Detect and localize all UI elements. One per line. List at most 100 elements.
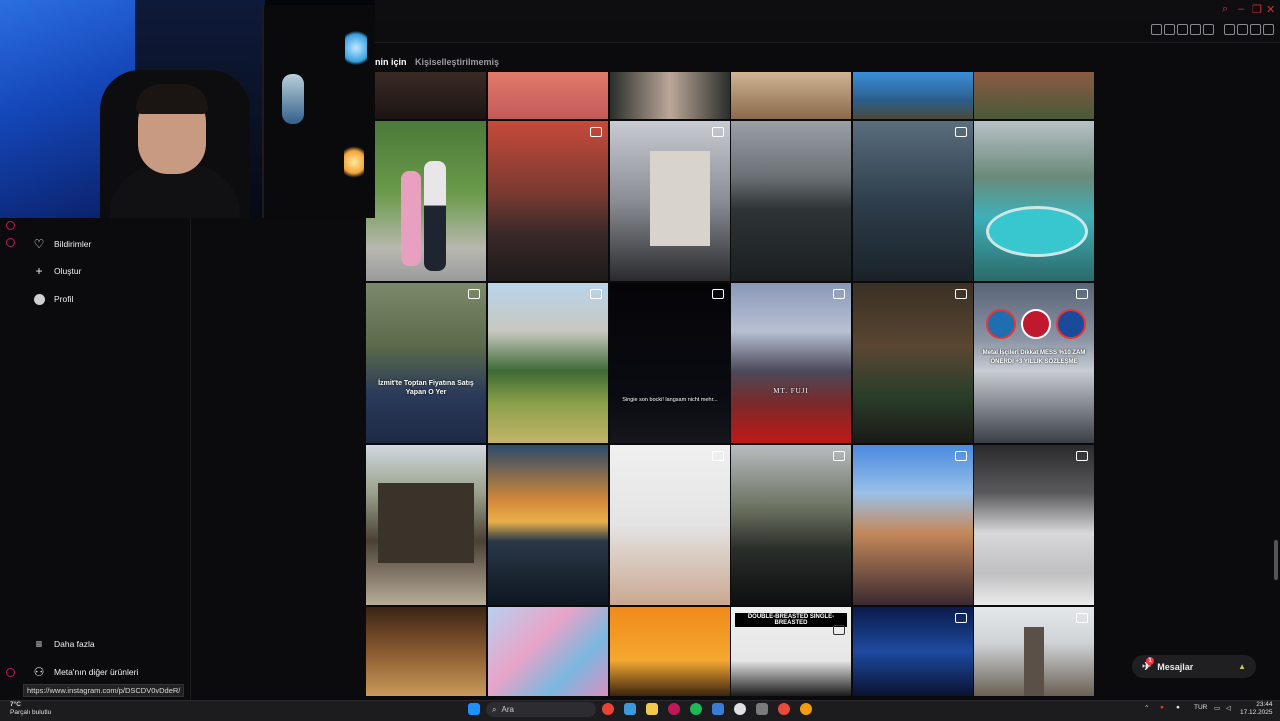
steam-icon[interactable] (734, 703, 746, 715)
messages-button[interactable]: ✈ 1 Mesajlar ▲ (1132, 655, 1256, 678)
grid-tile[interactable] (366, 607, 486, 696)
download-icon[interactable] (1237, 24, 1248, 35)
store-icon[interactable] (712, 703, 724, 715)
grid-tile[interactable] (488, 121, 608, 281)
clock[interactable]: 23:44 17.12.2025 (1240, 701, 1273, 717)
camera-icon[interactable] (1250, 24, 1261, 35)
grid-tile[interactable] (610, 72, 730, 119)
restore-icon[interactable]: ❐ (1252, 3, 1262, 16)
hamburger-icon: ≡ (35, 637, 43, 651)
extension-icon[interactable] (1164, 24, 1175, 35)
webcam-figurine (345, 28, 367, 68)
reel-icon (1076, 613, 1088, 623)
telegram-icon[interactable] (624, 703, 636, 715)
grid-tile[interactable] (488, 72, 608, 119)
chat-icon[interactable] (1224, 24, 1235, 35)
grid-tile[interactable] (610, 607, 730, 696)
start-icon[interactable] (468, 703, 480, 715)
tile-caption: Metal İşçileri Dikkat MESS %10 ZAM ÖNERD… (982, 350, 1086, 365)
grid-tile[interactable] (731, 445, 851, 605)
grid-tile[interactable] (974, 445, 1094, 605)
volume-icon[interactable]: ◁ (1226, 704, 1231, 712)
grid-tile[interactable] (366, 445, 486, 605)
tile-caption: Singie son bocki! langsam nicht mehr... (622, 397, 718, 403)
grid-tile[interactable] (974, 72, 1094, 119)
app-icon[interactable] (800, 703, 812, 715)
reel-icon (712, 451, 724, 461)
grid-tile[interactable] (366, 72, 486, 119)
search-icon[interactable]: ⌕ (1222, 3, 1228, 16)
explorer-icon[interactable] (646, 703, 658, 715)
sidebar-item-create[interactable]: + Oluştur (33, 264, 82, 278)
grid-tile[interactable]: Singie son bocki! langsam nicht mehr... (610, 283, 730, 443)
grid-tile[interactable] (610, 121, 730, 281)
grid-tile[interactable] (488, 445, 608, 605)
settings-icon[interactable] (756, 703, 768, 715)
reel-icon (712, 289, 724, 299)
person-shape (424, 161, 446, 271)
grid-tile[interactable] (488, 283, 608, 443)
reel-icon (833, 289, 845, 299)
tray-lang[interactable]: TUR (1194, 704, 1207, 711)
grid-tile[interactable] (731, 121, 851, 281)
tray-chevron-icon[interactable]: ⌃ (1144, 704, 1149, 712)
network-icon[interactable]: ▭ (1214, 704, 1220, 712)
menu-icon[interactable] (1263, 24, 1274, 35)
tile-caption: DOUBLE-BREASTED SINGLE-BREASTED (735, 613, 847, 627)
sidebar-item-meta[interactable]: ⚇ Meta'nın diğer ürünleri (33, 665, 139, 679)
spotify-icon[interactable] (690, 703, 702, 715)
heart-toolbar-icon[interactable] (1203, 24, 1214, 35)
close-icon[interactable]: ✕ (1266, 3, 1275, 16)
sidebar-item-more[interactable]: ≡ Daha fazla (33, 637, 94, 651)
grid-tile[interactable]: DOUBLE-BREASTED SINGLE-BREASTED (731, 607, 851, 696)
reel-icon (590, 289, 602, 299)
sidebar-item-label: Oluştur (54, 266, 82, 276)
reel-icon (955, 289, 967, 299)
grid-tile[interactable] (974, 607, 1094, 696)
grid-tile[interactable] (853, 283, 973, 443)
sidebar-item-notifications[interactable]: ♡ Bildirimler (33, 237, 92, 251)
grid-tile[interactable] (488, 607, 608, 696)
opera-icon[interactable] (668, 703, 680, 715)
tab-for-you[interactable]: nin için (375, 57, 407, 67)
sidebar-item-profile[interactable]: Profil (33, 293, 73, 305)
grid-tile[interactable] (731, 72, 851, 119)
chrome-alt-icon[interactable] (778, 703, 790, 715)
grid-tile[interactable] (853, 607, 973, 696)
reel-icon (955, 127, 967, 137)
grid-tile[interactable]: Metal İşçileri Dikkat MESS %10 ZAM ÖNERD… (974, 283, 1094, 443)
heart-icon: ♡ (33, 237, 45, 251)
weather-widget[interactable]: 7°C Parçalı bulutlu (10, 701, 51, 717)
grid-tile[interactable] (974, 121, 1094, 281)
shield-icon[interactable] (1177, 24, 1188, 35)
bookmark-icon[interactable] (1151, 24, 1162, 35)
taskbar (0, 700, 1280, 721)
webcam-lamp (344, 142, 364, 182)
weather-temp: 7°C (10, 701, 21, 708)
reel-icon (468, 289, 480, 299)
sidebar-item-label: Meta'nın diğer ürünleri (54, 667, 139, 677)
chrome-icon[interactable] (602, 703, 614, 715)
grid-tile[interactable] (853, 121, 973, 281)
sidebar-accent-icon (6, 221, 15, 230)
grid-tile[interactable]: İzmit'te Toptan Fiyatına Satış Yapan O Y… (366, 283, 486, 443)
scrollbar[interactable] (1274, 540, 1278, 580)
grid-tile[interactable]: MT. FUJI (731, 283, 851, 443)
grid-tile[interactable] (853, 72, 973, 119)
clock-date: 17.12.2025 (1240, 709, 1273, 716)
minimize-icon[interactable]: – (1238, 3, 1244, 15)
grid-tile[interactable] (366, 121, 486, 281)
grid-tile[interactable] (610, 445, 730, 605)
messages-badge: 1 (1146, 657, 1154, 665)
microphone-icon[interactable]: ● (1176, 704, 1180, 711)
plus-icon: + (35, 264, 43, 278)
taskbar-search[interactable]: ⌕ Ara (486, 702, 596, 717)
tab-not-personalized[interactable]: Kişiselleştirilmemiş (415, 57, 499, 67)
house-shape (378, 483, 474, 563)
tile-caption: İzmit'te Toptan Fiyatına Satış Yapan O Y… (378, 380, 474, 396)
reel-icon (833, 625, 845, 635)
grid-tile[interactable] (853, 445, 973, 605)
avatar-stack-icon: ▲ (1238, 662, 1246, 671)
play-icon[interactable] (1190, 24, 1201, 35)
tray-app-icon[interactable]: ● (1160, 704, 1164, 711)
